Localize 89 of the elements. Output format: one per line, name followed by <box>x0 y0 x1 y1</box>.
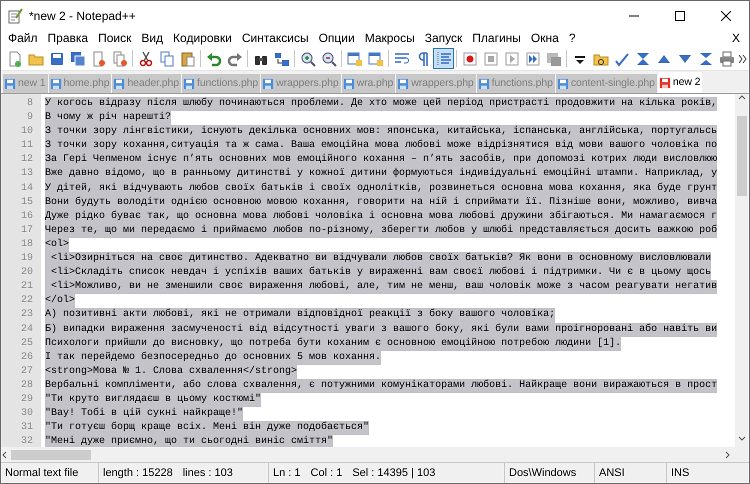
menu-item[interactable]: Файл <box>3 31 43 46</box>
line-number: 23 <box>20 308 34 322</box>
line-number: 27 <box>20 364 34 379</box>
line-number: 14 <box>20 182 34 196</box>
play-icon <box>504 50 520 66</box>
floppy-disks-icon <box>70 50 86 66</box>
menu-item[interactable]: Кодировки <box>168 31 237 46</box>
line-number: 16 <box>20 210 34 224</box>
line-number: 24 <box>20 322 34 336</box>
scroll-up-icon[interactable] <box>738 94 746 100</box>
close-files-icon <box>112 50 128 66</box>
menu-item[interactable]: Поиск <box>93 31 136 46</box>
menu-item[interactable]: Запуск <box>420 31 468 46</box>
scrollbar-thumb[interactable] <box>11 450 91 460</box>
line-number: 15 <box>20 196 34 210</box>
menu-item[interactable]: Правка <box>42 31 94 46</box>
saved-file-icon <box>556 78 569 90</box>
zoom-in-icon <box>300 50 316 66</box>
line-number: 30 <box>20 407 34 422</box>
indent-guide-icon <box>436 50 452 66</box>
saved-file-icon <box>113 78 126 90</box>
close-document-button[interactable]: X <box>726 31 745 46</box>
vertical-scrollbar[interactable] <box>735 94 749 462</box>
saved-file-icon <box>50 78 62 90</box>
line-number: 11 <box>20 139 34 154</box>
line-number: 18 <box>20 238 34 252</box>
close-icon <box>721 10 731 20</box>
status-text: Dos\Windows <box>509 466 576 481</box>
line-number: 19 <box>20 252 34 266</box>
saved-file-icon <box>478 78 490 90</box>
copy-icon <box>158 50 174 66</box>
saved-file-icon <box>397 78 410 90</box>
line-number: 29 <box>20 392 34 407</box>
line-number: 17 <box>20 224 34 238</box>
line-number: 9 <box>26 111 34 126</box>
line-number: 12 <box>20 153 34 168</box>
status-text: INS <box>671 466 690 481</box>
line-number: 8 <box>26 97 34 111</box>
menu-item[interactable]: Макросы <box>360 31 420 46</box>
status-text: Ln : 1 <box>273 466 301 481</box>
unsaved-file-icon <box>658 76 671 88</box>
scroll-left-icon[interactable] <box>1 450 7 458</box>
notepad-icon <box>7 8 23 24</box>
printer-icon <box>718 50 734 66</box>
saved-file-icon <box>342 78 355 90</box>
menu-item[interactable]: ? <box>564 31 580 46</box>
line-number: 13 <box>20 167 34 182</box>
status-text: length : 15228 <box>103 466 173 481</box>
status-text: Sel : 14395 | 103 <box>352 466 436 481</box>
status-text: Col : 1 <box>310 466 342 481</box>
clipboard-icon <box>180 50 196 66</box>
line-number: 20 <box>20 266 34 280</box>
menu-item[interactable]: Вид <box>136 31 168 46</box>
maximize-icon <box>675 10 685 20</box>
line-number: 22 <box>20 294 34 308</box>
window-title: *new 2 - Notepad++ <box>29 8 137 24</box>
scrollbar-thumb[interactable] <box>737 116 747 196</box>
line-number: 32 <box>20 435 34 450</box>
menu-item[interactable]: Синтаксисы <box>236 31 314 46</box>
scissors-icon <box>138 50 154 66</box>
new-file-icon <box>6 50 22 66</box>
chevron-icon[interactable] <box>739 55 747 64</box>
line-number: 26 <box>20 350 34 365</box>
scroll-right-icon[interactable] <box>725 450 731 458</box>
horizontal-scrollbar[interactable] <box>1 447 735 462</box>
saved-file-icon <box>4 78 16 90</box>
fast-forward-icon <box>524 50 540 66</box>
saved-file-icon <box>262 78 274 90</box>
line-number: 10 <box>20 125 34 140</box>
wrap-lines-icon <box>394 50 410 66</box>
line-number: 28 <box>20 378 34 393</box>
redo-arrow-icon <box>226 50 242 66</box>
close-file-icon <box>90 50 106 66</box>
line-number: 21 <box>20 280 34 294</box>
stop-icon <box>482 50 498 66</box>
line-number: 25 <box>20 336 34 351</box>
record-icon <box>462 50 478 66</box>
menu-item[interactable]: Окна <box>526 31 564 46</box>
status-text: Normal text file <box>5 466 78 481</box>
zoom-out-icon <box>320 50 336 66</box>
line-number: 31 <box>20 421 34 436</box>
undo-arrow-icon <box>206 50 222 66</box>
status-text: lines : 103 <box>182 466 233 481</box>
saved-file-icon <box>183 78 195 90</box>
menu-item[interactable]: Опции <box>314 31 360 46</box>
scroll-down-icon[interactable] <box>738 436 746 442</box>
menu-item[interactable]: Плагины <box>467 31 526 46</box>
file-tab[interactable]: new 2 <box>658 72 702 93</box>
status-text: ANSI <box>599 466 625 481</box>
